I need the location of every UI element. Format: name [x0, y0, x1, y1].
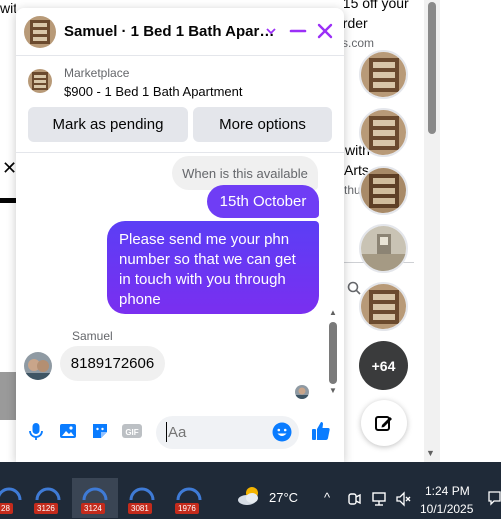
chat-window: Samuel · 1 Bed 1 Bath Apar… Marketplace … [16, 8, 344, 462]
background-divider [0, 198, 16, 203]
taskbar-app-button[interactable]: 3124 [72, 478, 118, 518]
notification-badge: 3124 [81, 503, 105, 514]
chat-head-avatar[interactable] [359, 166, 408, 215]
more-chats-count: +64 [371, 357, 396, 374]
sender-name: Samuel [72, 329, 113, 343]
message-bubble-outgoing[interactable]: Please send me your phn number so that w… [107, 221, 319, 314]
thumbs-up-icon[interactable] [310, 420, 332, 442]
minimize-icon[interactable] [287, 20, 309, 42]
listing-thumbnail[interactable] [28, 69, 52, 93]
meet-now-icon[interactable] [347, 490, 361, 508]
listing-title[interactable]: $900 - 1 Bed 1 Bath Apartment [64, 84, 243, 99]
chevron-up-icon[interactable]: ^ [324, 490, 330, 508]
temperature[interactable]: 27°C [269, 490, 298, 505]
conversation-avatar[interactable] [24, 16, 56, 48]
chat-header[interactable]: Samuel · 1 Bed 1 Bath Apar… [16, 8, 344, 56]
message-bubble-incoming[interactable]: 8189172606 [60, 346, 165, 381]
mark-as-pending-button[interactable]: Mark as pending [28, 107, 188, 142]
taskbar-app-button[interactable]: 3081 [119, 478, 165, 518]
conversation-title[interactable]: Samuel · 1 Bed 1 Bath Apar… [64, 23, 274, 40]
clock-time[interactable]: 1:24 PM [425, 484, 470, 498]
background-search-icon[interactable] [347, 281, 361, 295]
ad-line-1: $15 off your [344, 0, 409, 11]
more-chats-button[interactable]: +64 [359, 341, 408, 390]
background-scroll-thumb[interactable] [0, 372, 16, 420]
more-options-button[interactable]: More options [193, 107, 332, 142]
chat-head-avatar[interactable] [359, 282, 408, 331]
app-icon [35, 487, 61, 501]
close-icon[interactable] [314, 20, 336, 42]
page-scroll-thumb[interactable] [428, 2, 436, 134]
app-icon [82, 487, 108, 501]
message-composer: GIF [16, 408, 344, 462]
chevron-down-icon[interactable] [264, 24, 278, 38]
header-divider [16, 152, 344, 153]
compose-icon [375, 416, 392, 431]
ad-domain: ats.com [344, 36, 375, 50]
notification-badge: 3081 [128, 503, 152, 514]
chat-head-avatar[interactable] [359, 50, 408, 99]
clock-date[interactable]: 10/1/2025 [420, 502, 473, 516]
page-scroll-down-icon[interactable]: ▼ [426, 448, 435, 458]
background-close-icon[interactable]: ✕ [2, 158, 16, 182]
notification-badge: 1976 [175, 503, 199, 514]
notification-badge: 28 [0, 503, 13, 514]
app-icon [129, 487, 155, 501]
volume-muted-icon[interactable] [395, 490, 411, 508]
desktop-screen: wity ✕ $15 off your order ats.com with A… [0, 0, 501, 519]
sender-avatar[interactable] [24, 352, 52, 380]
gif-icon[interactable]: GIF [121, 420, 143, 442]
message-bubble-outgoing[interactable]: 15th October [207, 185, 319, 218]
background-page-text: wity [0, 0, 16, 16]
emoji-icon[interactable] [271, 421, 293, 443]
notification-badge: 3126 [34, 503, 58, 514]
read-receipt-avatar [295, 385, 309, 399]
new-message-button[interactable] [361, 400, 407, 446]
taskbar-app-button[interactable]: 3126 [25, 478, 71, 518]
sticker-icon[interactable] [89, 420, 111, 442]
ad-line-2: order [344, 15, 368, 31]
taskbar: 28 3126 3124 3081 1976 27°C ^ 1:24 PM 10… [0, 462, 501, 519]
network-icon[interactable] [371, 490, 387, 508]
chat-scroll-thumb[interactable] [329, 322, 337, 384]
app-icon [176, 487, 202, 501]
photo-icon[interactable] [57, 420, 79, 442]
text-caret [166, 422, 167, 442]
weather-icon[interactable] [236, 484, 264, 508]
chat-head-avatar[interactable] [359, 108, 408, 157]
notification-center-icon[interactable] [488, 491, 501, 506]
svg-text:GIF: GIF [125, 428, 138, 437]
taskbar-app-button[interactable]: 1976 [166, 478, 212, 518]
microphone-icon[interactable] [25, 420, 47, 442]
marketplace-label: Marketplace [64, 66, 130, 80]
chat-scroll-down-icon[interactable]: ▼ [329, 386, 337, 395]
chat-scroll-up-icon[interactable]: ▲ [329, 308, 337, 317]
chat-head-avatar[interactable] [359, 224, 408, 273]
